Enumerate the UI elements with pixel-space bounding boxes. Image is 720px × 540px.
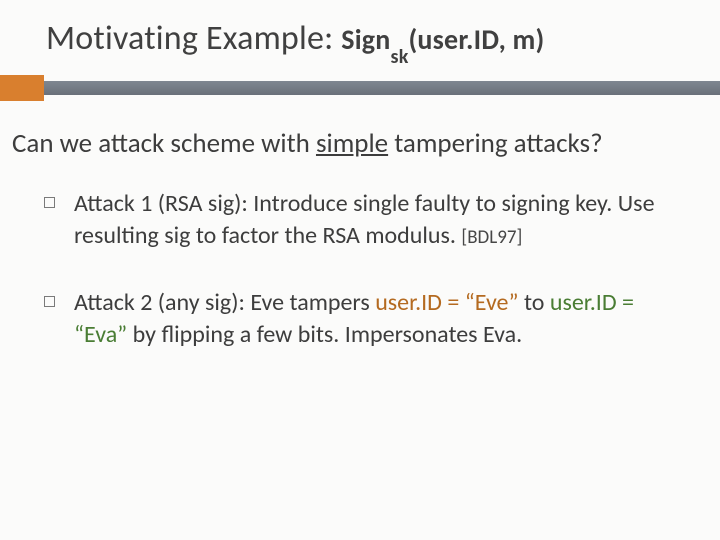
bullet-mid: to: [519, 288, 550, 317]
bullet-text: Attack 1 (RSA sig): Introduce single fau…: [74, 189, 655, 250]
bullet-pre: Attack 2 (any sig): Eve tampers: [74, 288, 375, 317]
accent-grey: [44, 81, 720, 95]
bullet-item: Attack 1 (RSA sig): Introduce single fau…: [44, 188, 684, 253]
title-args: (user.ID, m): [409, 22, 545, 57]
question-post: tampering attacks?: [388, 127, 602, 160]
accent-orange: [0, 75, 44, 101]
bullet-square-icon: [44, 296, 55, 307]
slide-title: Motivating Example: Signsk(user.ID, m): [0, 0, 720, 75]
bullet-item: Attack 2 (any sig): Eve tampers user.ID …: [44, 287, 684, 352]
citation: [BDL97]: [461, 226, 522, 249]
bullet-square-icon: [44, 197, 55, 208]
title-subscript: sk: [391, 45, 409, 69]
question-pre: Can we attack scheme with: [12, 127, 316, 160]
question-underlined: simple: [316, 127, 388, 160]
title-main: Motivating Example:: [46, 18, 333, 59]
slide: Motivating Example: Signsk(user.ID, m) C…: [0, 0, 720, 540]
question-text: Can we attack scheme with simple tamperi…: [0, 101, 720, 170]
highlight-eve: user.ID = “Eve”: [375, 288, 518, 317]
accent-band: [0, 75, 720, 101]
title-function: Sign: [341, 22, 390, 57]
bullet-post: by flipping a few bits. Impersonates Eva…: [127, 320, 522, 349]
bullet-list: Attack 1 (RSA sig): Introduce single fau…: [0, 170, 720, 352]
